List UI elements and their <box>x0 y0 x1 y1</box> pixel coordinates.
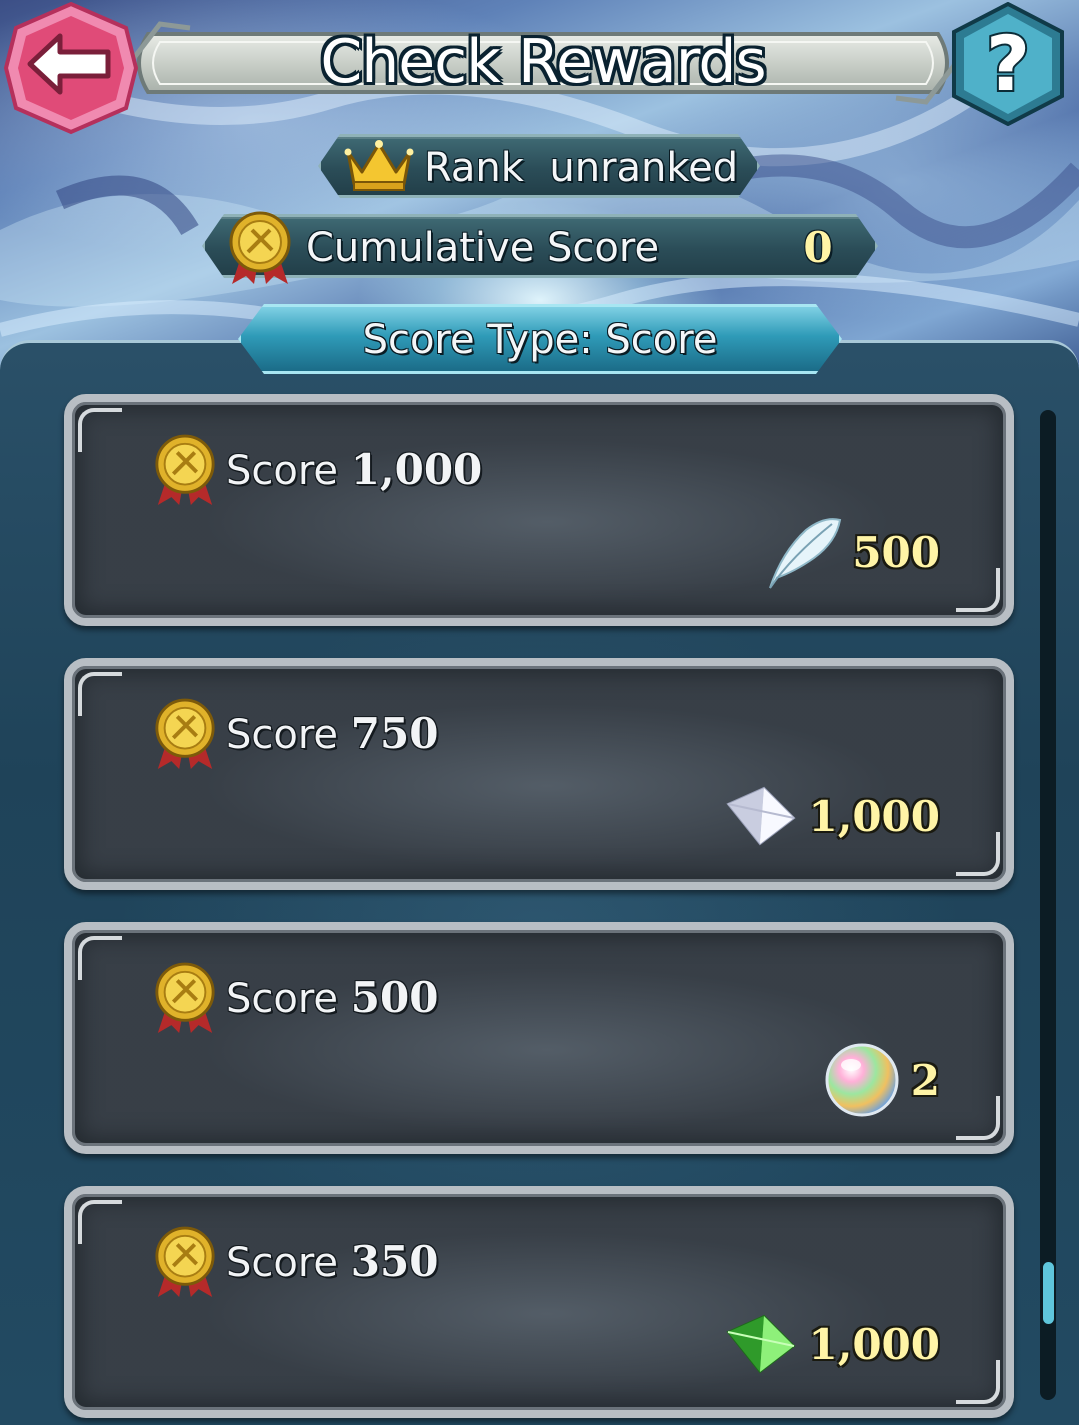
score-medal-icon <box>155 434 215 505</box>
reward-item: 2 <box>823 1043 940 1117</box>
reward-card: Score 1,000 500 <box>64 394 1014 626</box>
help-button[interactable]: ? <box>946 2 1070 126</box>
reward-amount: 500 <box>852 527 940 577</box>
reward-threshold: Score 750 <box>226 709 439 758</box>
reward-amount: 1,000 <box>808 791 940 841</box>
feather-icon <box>769 518 842 589</box>
reward-item: 500 <box>762 518 940 589</box>
reward-card: Score 750 1,000 <box>64 658 1014 890</box>
score-type-label: Score Type: Score <box>362 317 718 363</box>
divine-dew-crystal-icon <box>726 786 796 846</box>
score-medal-icon <box>155 698 215 769</box>
crown-icon <box>344 140 414 191</box>
reward-threshold: Score 350 <box>226 1237 439 1286</box>
help-icon: ? <box>986 19 1030 108</box>
score-medal-icon <box>229 211 291 284</box>
back-button[interactable] <box>2 0 140 136</box>
reward-card: Score 500 2 <box>64 922 1014 1154</box>
page-title: Check Rewards <box>320 27 766 97</box>
reward-amount: 1,000 <box>808 1319 940 1369</box>
reward-amount: 2 <box>910 1055 940 1105</box>
green-crystal-icon <box>726 1314 796 1374</box>
cumulative-score-label: Cumulative Score <box>306 225 660 271</box>
scrollbar-track[interactable] <box>1040 410 1056 1400</box>
reward-item: 1,000 <box>724 784 940 848</box>
reward-item: 1,000 <box>724 1312 940 1376</box>
reward-card: Score 350 1,000 <box>64 1186 1014 1418</box>
reward-threshold: Score 1,000 <box>226 445 483 494</box>
scrollbar-thumb[interactable] <box>1043 1262 1054 1324</box>
score-medal-icon <box>155 962 215 1033</box>
orb-icon <box>825 1043 899 1117</box>
cumulative-score-value: 0 <box>803 223 833 272</box>
reward-threshold: Score 500 <box>226 973 439 1022</box>
rank-text: Rank unranked <box>424 145 739 191</box>
score-medal-icon <box>155 1226 215 1297</box>
